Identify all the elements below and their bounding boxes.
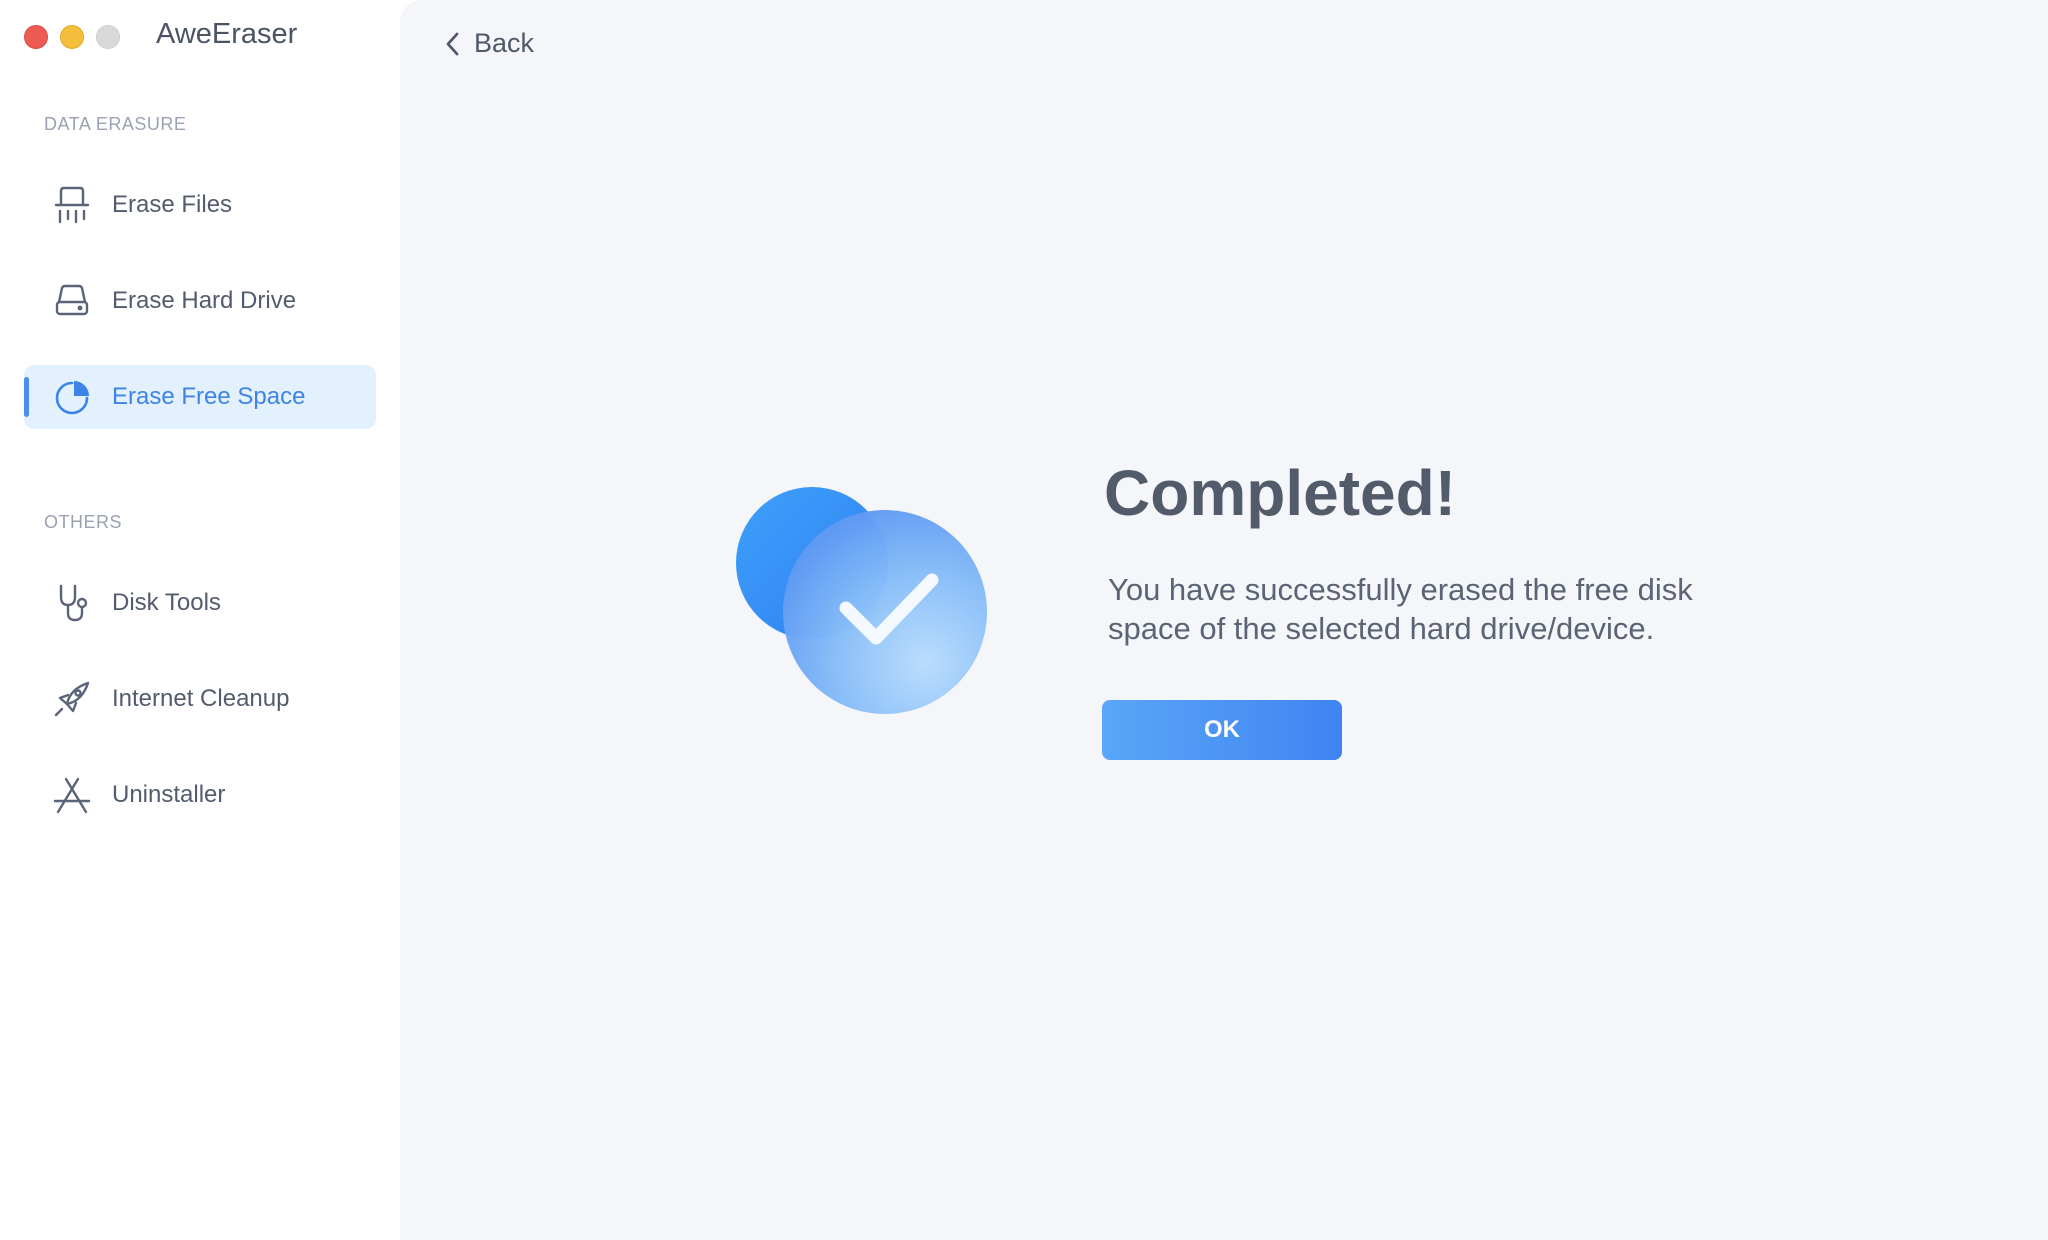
maximize-window-button[interactable] <box>96 25 120 49</box>
completed-title: Completed! <box>1104 457 1456 529</box>
rocket-icon <box>52 679 92 719</box>
sidebar-item-erase-hard-drive[interactable]: Erase Hard Drive <box>24 269 376 333</box>
stethoscope-icon <box>52 583 92 623</box>
sidebar-item-erase-free-space[interactable]: Erase Free Space <box>24 365 376 429</box>
completed-message: You have successfully erased the free di… <box>1108 572 1693 646</box>
sidebar-item-label: Erase Free Space <box>112 383 306 410</box>
back-label: Back <box>474 28 535 58</box>
sidebar-item-uninstaller[interactable]: Uninstaller <box>24 763 376 827</box>
chevron-left-icon <box>446 32 459 55</box>
hard-drive-icon <box>52 281 92 321</box>
shredder-icon <box>52 185 92 225</box>
success-check-icon <box>730 480 1000 730</box>
section-heading-data-erasure: DATA ERASURE <box>44 114 187 134</box>
app-title: AweEraser <box>156 18 298 50</box>
sidebar-item-erase-files[interactable]: Erase Files <box>24 173 376 237</box>
pie-chart-icon <box>52 377 92 417</box>
sidebar-item-label: Erase Hard Drive <box>112 287 297 314</box>
sidebar-item-label: Uninstaller <box>112 781 226 808</box>
sidebar-item-label: Internet Cleanup <box>112 685 290 712</box>
window-controls <box>24 25 120 49</box>
sidebar-item-internet-cleanup[interactable]: Internet Cleanup <box>24 667 376 731</box>
minimize-window-button[interactable] <box>60 25 84 49</box>
sidebar-item-label: Erase Files <box>112 191 233 218</box>
sidebar: AweEraser DATA ERASURE Erase Files Erase… <box>0 0 400 1240</box>
main-panel: Back Completed! You have successfully er… <box>400 0 2048 1240</box>
sidebar-item-label: Disk Tools <box>112 589 221 616</box>
section-heading-others: OTHERS <box>44 512 123 532</box>
ok-button[interactable]: OK <box>1102 700 1342 760</box>
close-window-button[interactable] <box>24 25 48 49</box>
app-store-icon <box>52 775 92 815</box>
back-button[interactable]: Back <box>444 28 534 59</box>
sidebar-item-disk-tools[interactable]: Disk Tools <box>24 571 376 635</box>
